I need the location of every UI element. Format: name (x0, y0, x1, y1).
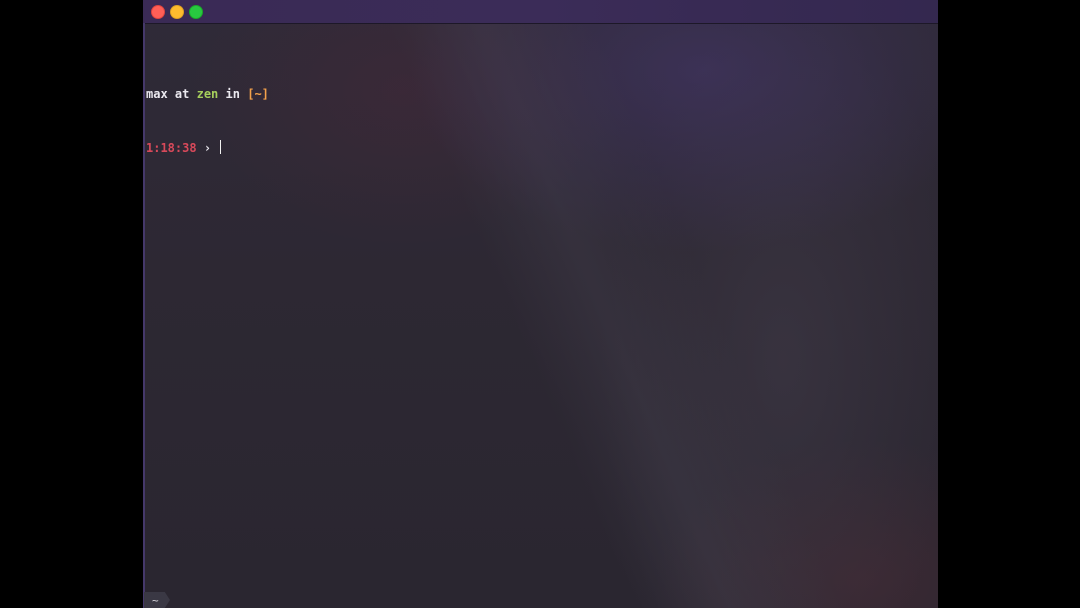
prompt-time: 1:18:38 (146, 141, 197, 155)
minimize-button[interactable] (170, 5, 184, 19)
close-button[interactable] (151, 5, 165, 19)
zoom-button[interactable] (189, 5, 203, 19)
terminal-output[interactable]: max at zen in [~] 1:18:38 › (146, 49, 269, 193)
prompt-in-word: in (225, 87, 240, 101)
prompt-hostname: zen (196, 87, 219, 101)
command-input-line[interactable]: 1:18:38 › (146, 139, 269, 157)
terminal-window: max at zen in [~] 1:18:38 › ~ (143, 0, 938, 608)
prompt-info-line: max at zen in [~] (146, 85, 269, 103)
window-left-border (143, 23, 145, 608)
prompt-arrow-icon: › (203, 141, 212, 155)
window-titlebar[interactable] (143, 0, 938, 24)
screen: max at zen in [~] 1:18:38 › ~ (0, 0, 1080, 608)
prompt-username: max (146, 87, 168, 101)
text-cursor (220, 140, 222, 154)
tab-home-directory[interactable]: ~ (144, 592, 170, 608)
prompt-directory: [~] (247, 87, 269, 101)
prompt-at-word: at (174, 87, 190, 101)
status-tab-bar: ~ (143, 592, 175, 608)
